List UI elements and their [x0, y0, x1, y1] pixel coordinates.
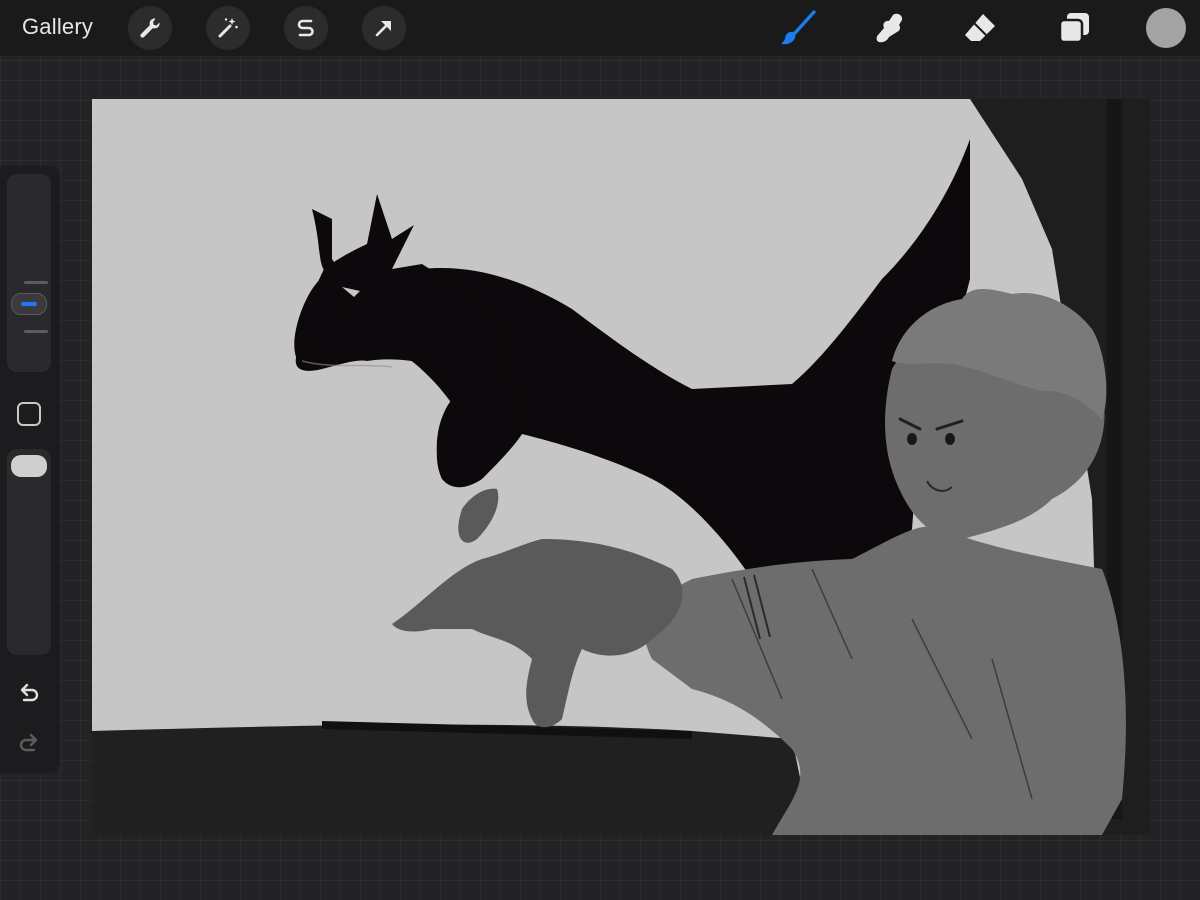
redo-arrow-icon: [19, 733, 38, 752]
color-picker-swatch[interactable]: [1146, 8, 1186, 48]
shadow-mass: [294, 139, 970, 619]
procreate-app: Gallery: [0, 0, 1200, 900]
left-sidebar: [0, 166, 60, 773]
slider-tick: [24, 281, 48, 284]
slider-tick: [24, 330, 48, 333]
paint-brush-button[interactable]: [776, 6, 820, 50]
top-toolbar: Gallery: [0, 0, 1200, 56]
wrench-icon: [140, 18, 160, 38]
arrow-cursor-icon: [375, 21, 391, 37]
opacity-slider[interactable]: [7, 449, 51, 655]
eraser-button[interactable]: [958, 6, 1002, 50]
brush-icon: [781, 10, 816, 45]
drawing-canvas[interactable]: [92, 99, 1150, 835]
smudge-button[interactable]: [868, 6, 912, 50]
redo-button[interactable]: [14, 730, 44, 756]
undo-arrow-icon: [20, 683, 39, 702]
smudge-finger-icon: [876, 13, 903, 43]
layers-button[interactable]: [1052, 6, 1096, 50]
active-indicator: [21, 302, 37, 306]
brush-size-slider[interactable]: [7, 174, 51, 372]
opacity-knob[interactable]: [11, 455, 47, 477]
magic-wand-icon: [218, 18, 238, 38]
selection-s-icon: [297, 19, 314, 37]
adjustments-button[interactable]: [206, 6, 250, 50]
layers-icon: [1058, 13, 1089, 44]
selection-button[interactable]: [284, 6, 328, 50]
table-foreground: [92, 724, 812, 835]
undo-button[interactable]: [14, 680, 44, 706]
actions-button[interactable]: [128, 6, 172, 50]
gallery-button[interactable]: Gallery: [22, 14, 93, 40]
brush-size-knob[interactable]: [11, 293, 47, 315]
artwork-illustration: [92, 99, 1150, 835]
modify-button[interactable]: [17, 402, 41, 426]
eraser-icon: [965, 14, 995, 41]
transform-button[interactable]: [362, 6, 406, 50]
figure-hands: [392, 539, 683, 728]
